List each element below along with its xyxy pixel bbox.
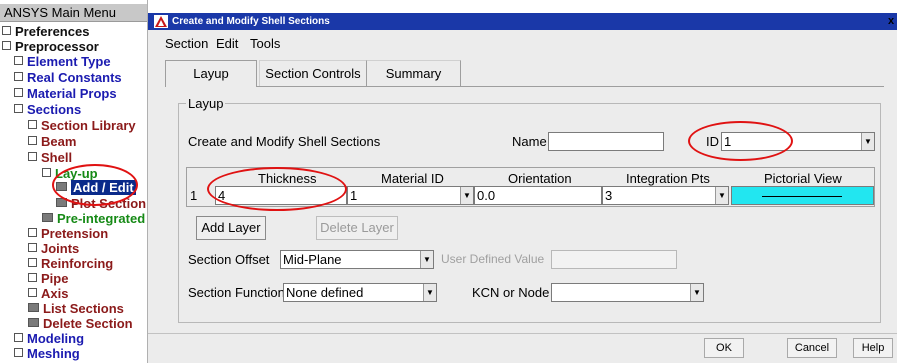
tab-layup[interactable]: Layup [165,60,257,87]
tree-item-element-type[interactable]: Element Type [14,54,111,69]
tree-item-meshing[interactable]: Meshing [14,346,80,361]
tree-item-pretension[interactable]: Pretension [28,226,108,241]
tree-item-joints[interactable]: Joints [28,241,79,256]
menu-tools[interactable]: Tools [250,36,280,51]
tab-summary[interactable]: Summary [367,60,461,86]
footer-divider [148,333,897,334]
tree-item-pipe[interactable]: Pipe [28,271,68,286]
main-menu-tree: ANSYS Main Menu Preferences Preprocessor… [0,0,148,363]
main-menu-title: ANSYS Main Menu [0,4,147,22]
tree-item-real-constants[interactable]: Real Constants [14,70,122,85]
material-id-value: 1 [350,188,358,203]
collapse-icon [2,26,11,35]
command-icon [28,303,39,312]
tree-item-beam[interactable]: Beam [28,134,76,149]
expand-icon [28,288,37,297]
expand-icon [28,243,37,252]
tree-item-list-sections[interactable]: List Sections [28,301,124,316]
dialog-title: Create and Modify Shell Sections [172,16,330,27]
chevron-down-icon: ▼ [690,284,703,301]
tab-section-controls[interactable]: Section Controls [259,60,367,86]
section-function-select[interactable]: None defined ▼ [283,283,437,302]
expand-icon [14,348,23,357]
user-defined-field[interactable] [551,250,677,269]
expand-icon [28,228,37,237]
ansys-logo-icon [154,15,168,28]
tree-item-delete-section[interactable]: Delete Section [28,316,133,331]
tree-item-reinforcing[interactable]: Reinforcing [28,256,113,271]
tree-item-pre-integrated[interactable]: Pre-integrated [42,211,145,226]
delete-layer-button[interactable]: Delete Layer [316,216,398,240]
expand-icon [14,88,23,97]
ok-button[interactable]: OK [704,338,744,358]
row-index: 1 [190,188,198,203]
col-pictorial-view: Pictorial View [764,171,842,186]
section-offset-select[interactable]: Mid-Plane ▼ [280,250,434,269]
tree-item-section-library[interactable]: Section Library [28,118,136,133]
chevron-down-icon: ▼ [423,284,436,301]
kcn-label: KCN or Node [472,285,550,300]
help-button[interactable]: Help [853,338,893,358]
add-layer-button[interactable]: Add Layer [196,216,266,240]
chevron-down-icon: ▼ [715,187,728,204]
col-orientation: Orientation [508,171,572,186]
expand-icon [28,273,37,282]
layup-group-label: Layup [186,96,226,111]
highlight-oval-add-edit [52,164,138,206]
collapse-icon [28,152,37,161]
command-icon [28,318,39,327]
tab-divider [165,86,884,87]
tree-item-axis[interactable]: Axis [28,286,68,301]
chevron-down-icon: ▼ [460,187,473,204]
cancel-button[interactable]: Cancel [787,338,837,358]
chevron-down-icon: ▼ [420,251,433,268]
col-integration-pts: Integration Pts [626,171,710,186]
highlight-oval-id [688,121,793,161]
material-id-select[interactable]: 1 ▼ [347,186,474,205]
section-function-value: None defined [286,285,364,300]
tree-item-material-props[interactable]: Material Props [14,86,117,101]
tree-item-modeling[interactable]: Modeling [14,331,84,346]
expand-icon [14,72,23,81]
tree-item-shell[interactable]: Shell [28,150,72,165]
col-material-id: Material ID [381,171,444,186]
highlight-oval-thickness [207,167,347,211]
tree-item-preferences[interactable]: Preferences [2,24,89,39]
expand-icon [14,56,23,65]
expand-icon [28,258,37,267]
close-icon[interactable]: x [888,13,894,30]
collapse-icon [2,41,11,50]
name-label: Name [512,134,547,149]
layup-heading: Create and Modify Shell Sections [188,134,381,149]
menu-edit[interactable]: Edit [216,36,238,51]
section-function-label: Section Function [188,285,285,300]
integration-pts-select[interactable]: 3 ▼ [602,186,729,205]
expand-icon [14,333,23,342]
chevron-down-icon: ▼ [861,133,874,150]
expand-icon [28,136,37,145]
command-icon [42,213,53,222]
user-defined-label: User Defined Value [441,252,545,266]
tree-item-sections[interactable]: Sections [14,102,81,117]
expand-icon [28,120,37,129]
kcn-select[interactable]: ▼ [551,283,704,302]
collapse-icon [14,104,23,113]
menu-section[interactable]: Section [165,36,208,51]
integration-pts-value: 3 [605,188,613,203]
pictorial-view [731,186,874,205]
section-offset-value: Mid-Plane [283,252,342,267]
name-field[interactable] [548,132,664,151]
tree-item-preprocessor[interactable]: Preprocessor [2,39,99,54]
orientation-field[interactable]: 0.0 [474,186,602,205]
layer-line-icon [762,196,842,197]
section-offset-label: Section Offset [188,252,270,267]
collapse-icon [42,168,51,177]
